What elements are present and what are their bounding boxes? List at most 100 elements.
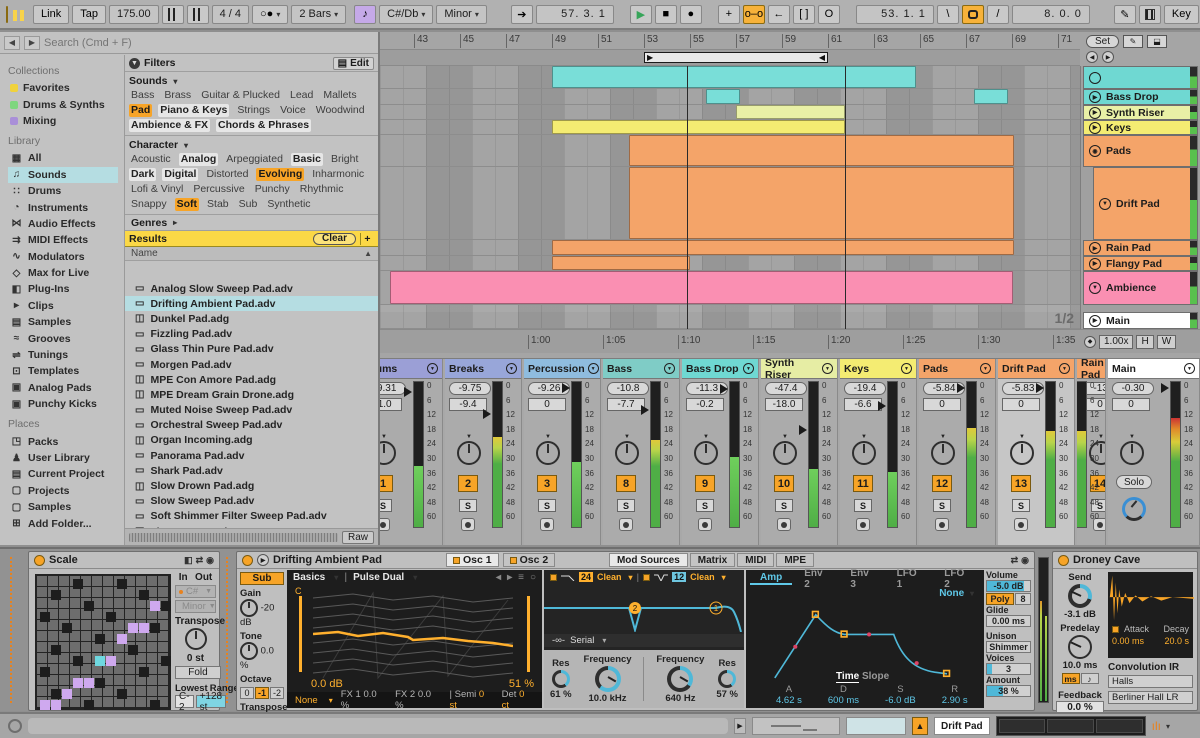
scale-grid-cell[interactable]	[139, 623, 149, 633]
prev-wavetable-icon[interactable]: ◂	[496, 572, 501, 583]
collection-item[interactable]: Mixing	[8, 113, 122, 129]
loop-brace[interactable]: ▶ ◀	[644, 52, 828, 63]
fader-handle[interactable]	[404, 387, 412, 397]
track-activator-button[interactable]: 12	[932, 475, 952, 492]
scale-grid-cell[interactable]	[106, 656, 116, 666]
mixer-strip-header[interactable]: Percussion ▼	[524, 359, 600, 379]
follow-button[interactable]: ➔	[510, 4, 533, 24]
envelope-tab[interactable]: LFO 2	[934, 568, 980, 590]
filter-chip[interactable]: Brass	[162, 89, 193, 102]
optimize-height-button[interactable]: H	[1136, 334, 1154, 349]
osc-effect-mode-select[interactable]: None	[295, 695, 318, 706]
device-power-toggle[interactable]	[1058, 554, 1069, 566]
fader-handle[interactable]	[1036, 383, 1044, 393]
raw-preview-button[interactable]: Raw	[341, 530, 374, 544]
strip-fold-icon[interactable]: ▼	[427, 363, 438, 374]
solo-button[interactable]: S	[854, 499, 872, 512]
sidebar-place-item[interactable]: ◳ Packs	[8, 433, 122, 449]
glide-value[interactable]: 0.00 ms	[986, 615, 1031, 627]
result-list-item[interactable]: ▭ Drifting Ambient Pad.adv	[125, 296, 378, 312]
filter-chip[interactable]: Rhythmic	[298, 183, 346, 196]
sidebar-place-item[interactable]: ▢ Projects	[8, 483, 122, 499]
scale-grid-cell[interactable]	[84, 601, 94, 611]
tone-knob[interactable]	[240, 642, 258, 660]
loop-lane[interactable]: ▶ ◀	[380, 50, 1080, 66]
predelay-value[interactable]: 10.0 ms	[1056, 660, 1104, 671]
time-signature-field[interactable]: 4 / 4	[211, 4, 250, 24]
sounds-group-header[interactable]: Sounds ▾	[129, 75, 374, 87]
device-power-toggle[interactable]	[242, 554, 253, 566]
send-value[interactable]: -3.1 dB	[1056, 609, 1104, 620]
tap-tempo-button[interactable]: Tap	[72, 4, 106, 24]
mod-tab[interactable]: Mod Sources	[608, 553, 688, 567]
filter-chip[interactable]: Acoustic	[129, 153, 173, 166]
filter-chip[interactable]: Lead	[288, 89, 315, 102]
track-activator-button[interactable]: 2	[458, 475, 478, 492]
scale-root-select[interactable]: C# ▼	[175, 585, 216, 598]
filter-chip[interactable]: Bass	[129, 89, 156, 102]
result-list-item[interactable]: ▭ Shark Pad.adv	[125, 463, 378, 478]
punch-in-button[interactable]: \	[936, 4, 959, 24]
result-list-item[interactable]: ◫ Slow Drown Pad.adg	[125, 478, 378, 493]
filter2-circuit-select[interactable]: Clean	[690, 572, 715, 582]
fader-handle[interactable]	[562, 383, 570, 393]
ir-attack-value[interactable]: 0.00 ms	[1112, 636, 1144, 646]
filter2-toggle[interactable]	[643, 573, 651, 581]
filter-chip[interactable]: Punchy	[253, 183, 292, 196]
strip-fold-icon[interactable]: ▼	[587, 363, 599, 374]
mixer-strip-header[interactable]: Rain Pad ▼	[1077, 359, 1105, 381]
filter1-freq-knob[interactable]	[594, 666, 621, 692]
loop-toggle[interactable]	[961, 4, 984, 24]
loop-end-handle[interactable]: ◀	[819, 53, 825, 62]
track-fold-icon[interactable]: ▶	[1089, 257, 1101, 270]
result-list-item[interactable]: ▭ Muted Noise Sweep Pad.adv	[125, 403, 378, 418]
fader-value-box[interactable]: 0	[923, 398, 961, 411]
optimize-width-button[interactable]: W	[1156, 334, 1177, 349]
ir-decay-value[interactable]: 20.0 s	[1164, 636, 1189, 646]
fader-value-box[interactable]: -7.7	[607, 398, 645, 411]
amount-slider[interactable]: 38 %	[986, 685, 1031, 697]
volume-display[interactable]: -0.30	[1112, 382, 1154, 395]
octave-minus1-button[interactable]: -1	[255, 687, 269, 699]
scale-grid-cell[interactable]	[84, 678, 94, 688]
track-fold-icon[interactable]: ▶	[1089, 121, 1101, 134]
filter-chip[interactable]: Woodwind	[314, 104, 367, 117]
volume-display[interactable]: -9.31	[380, 382, 406, 395]
wt-position-slider-left[interactable]	[299, 596, 302, 672]
adsr-envelope-display[interactable]	[750, 600, 980, 682]
filters-collapse-icon[interactable]: ▼	[129, 57, 140, 69]
preset-save-icon[interactable]: ◧	[184, 555, 193, 566]
sidebar-library-item[interactable]: ▣ Punchy Kicks	[8, 396, 122, 412]
filter-chip[interactable]: Voice	[278, 104, 308, 117]
tab-osc2[interactable]: Osc 2	[502, 553, 556, 567]
device-power-toggle[interactable]	[34, 554, 45, 566]
solo-button[interactable]: S	[1012, 499, 1030, 512]
filter1-res-value[interactable]: 61 %	[550, 689, 572, 700]
fader-handle[interactable]	[720, 384, 728, 394]
solo-button[interactable]: S	[617, 499, 635, 512]
scale-grid-cell[interactable]	[128, 645, 138, 655]
mini-play-icon[interactable]: ▶	[734, 718, 746, 734]
fader-value-box[interactable]: 0	[1002, 398, 1040, 411]
add-filter-button[interactable]: +	[360, 232, 374, 245]
hot-swap-icon[interactable]: ⇄	[1011, 555, 1019, 566]
track-header[interactable]: ▶ Bass Drop	[1083, 89, 1198, 105]
overdub-button[interactable]: +	[717, 4, 740, 24]
envelope-tab[interactable]: LFO 1	[887, 568, 933, 590]
ableton-logo[interactable]	[6, 5, 24, 23]
filter1-toggle[interactable]	[550, 573, 557, 581]
solo-button[interactable]: S	[459, 499, 477, 512]
slope-mode-toggle[interactable]: Slope	[862, 671, 889, 682]
lowest-value[interactable]: C-2	[175, 691, 194, 713]
track-fold-icon[interactable]: ◉	[1089, 145, 1101, 157]
strip-fold-icon[interactable]: ▼	[901, 363, 912, 374]
scale-grid-cell[interactable]	[40, 700, 50, 710]
sidebar-library-item[interactable]: ◧ Plug-Ins	[8, 281, 122, 297]
arrangement-position-field[interactable]: 57. 3. 1	[535, 4, 614, 24]
sidebar-place-item[interactable]: ⊞ Add Folder...	[8, 515, 122, 531]
draw-mode-button[interactable]: ✎	[1113, 4, 1136, 24]
mixer-strip-header[interactable]: Pads ▼	[919, 359, 995, 379]
track-lane[interactable]	[380, 312, 1080, 329]
track-activator-button[interactable]: 13	[1011, 475, 1031, 492]
time-ruler[interactable]: 1:00 1:05 1:10 1:15 1:20 1:25 1:30 1:35	[380, 329, 1080, 353]
